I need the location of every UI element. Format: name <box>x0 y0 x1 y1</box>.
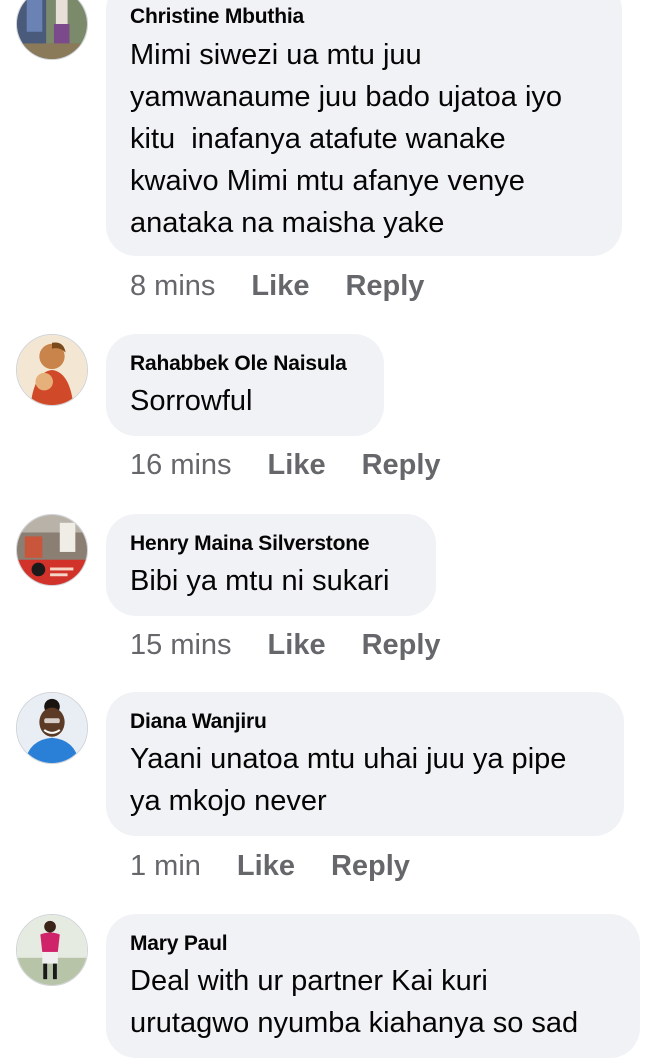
avatar-photo-icon <box>17 693 87 763</box>
comment-text: Bibi ya mtu ni sukari <box>130 565 390 597</box>
reply-button[interactable]: Reply <box>362 449 441 482</box>
comment-bubble: Henry Maina Silverstone Bibi ya mtu ni s… <box>106 514 436 616</box>
comment-bubble: Rahabbek Ole Naisula Sorrowful <box>106 334 384 436</box>
avatar-photo-icon <box>17 0 87 59</box>
avatar-photo-icon <box>17 335 87 405</box>
comment-timestamp[interactable]: 16 mins <box>130 449 232 482</box>
comment-text: Yaani unatoa mtu uhai juu ya pipe ya mko… <box>130 743 567 817</box>
avatar-photo-icon <box>17 915 87 985</box>
comment-author[interactable]: Christine Mbuthia <box>130 5 304 29</box>
user-avatar[interactable] <box>16 0 88 60</box>
like-button[interactable]: Like <box>251 270 309 303</box>
like-button[interactable]: Like <box>268 629 326 662</box>
comment-text: Sorrowful <box>130 385 253 417</box>
comment-text: Mimi siwezi ua mtu juu yamwanaume juu ba… <box>130 39 563 239</box>
comment-author[interactable]: Mary Paul <box>130 932 228 956</box>
comment-author[interactable]: Rahabbek Ole Naisula <box>130 352 347 376</box>
user-avatar[interactable] <box>16 334 88 406</box>
comment-actions: 15 mins Like Reply <box>130 629 477 669</box>
comment-bubble: Mary Paul Deal with ur partner Kai kuri … <box>106 914 640 1058</box>
like-button[interactable]: Like <box>268 449 326 482</box>
comment-timestamp[interactable]: 8 mins <box>130 270 215 303</box>
comment-actions: 8 mins Like Reply <box>130 270 460 310</box>
comment-bubble: Diana Wanjiru Yaani unatoa mtu uhai juu … <box>106 692 624 836</box>
reply-button[interactable]: Reply <box>345 270 424 303</box>
comment-actions: 1 min Like Reply <box>130 850 446 890</box>
reply-button[interactable]: Reply <box>331 850 410 883</box>
user-avatar[interactable] <box>16 692 88 764</box>
comment-actions: 16 mins Like Reply <box>130 449 477 489</box>
comment-text: Deal with ur partner Kai kuri urutagwo n… <box>130 965 579 1039</box>
comment-timestamp[interactable]: 15 mins <box>130 629 232 662</box>
avatar-photo-icon <box>17 515 87 585</box>
comment-author[interactable]: Diana Wanjiru <box>130 710 267 734</box>
comment-timestamp[interactable]: 1 min <box>130 850 201 883</box>
comment-author[interactable]: Henry Maina Silverstone <box>130 532 370 556</box>
like-button[interactable]: Like <box>237 850 295 883</box>
reply-button[interactable]: Reply <box>362 629 441 662</box>
user-avatar[interactable] <box>16 514 88 586</box>
user-avatar[interactable] <box>16 914 88 986</box>
comment-bubble: Christine Mbuthia Mimi siwezi ua mtu juu… <box>106 0 622 256</box>
